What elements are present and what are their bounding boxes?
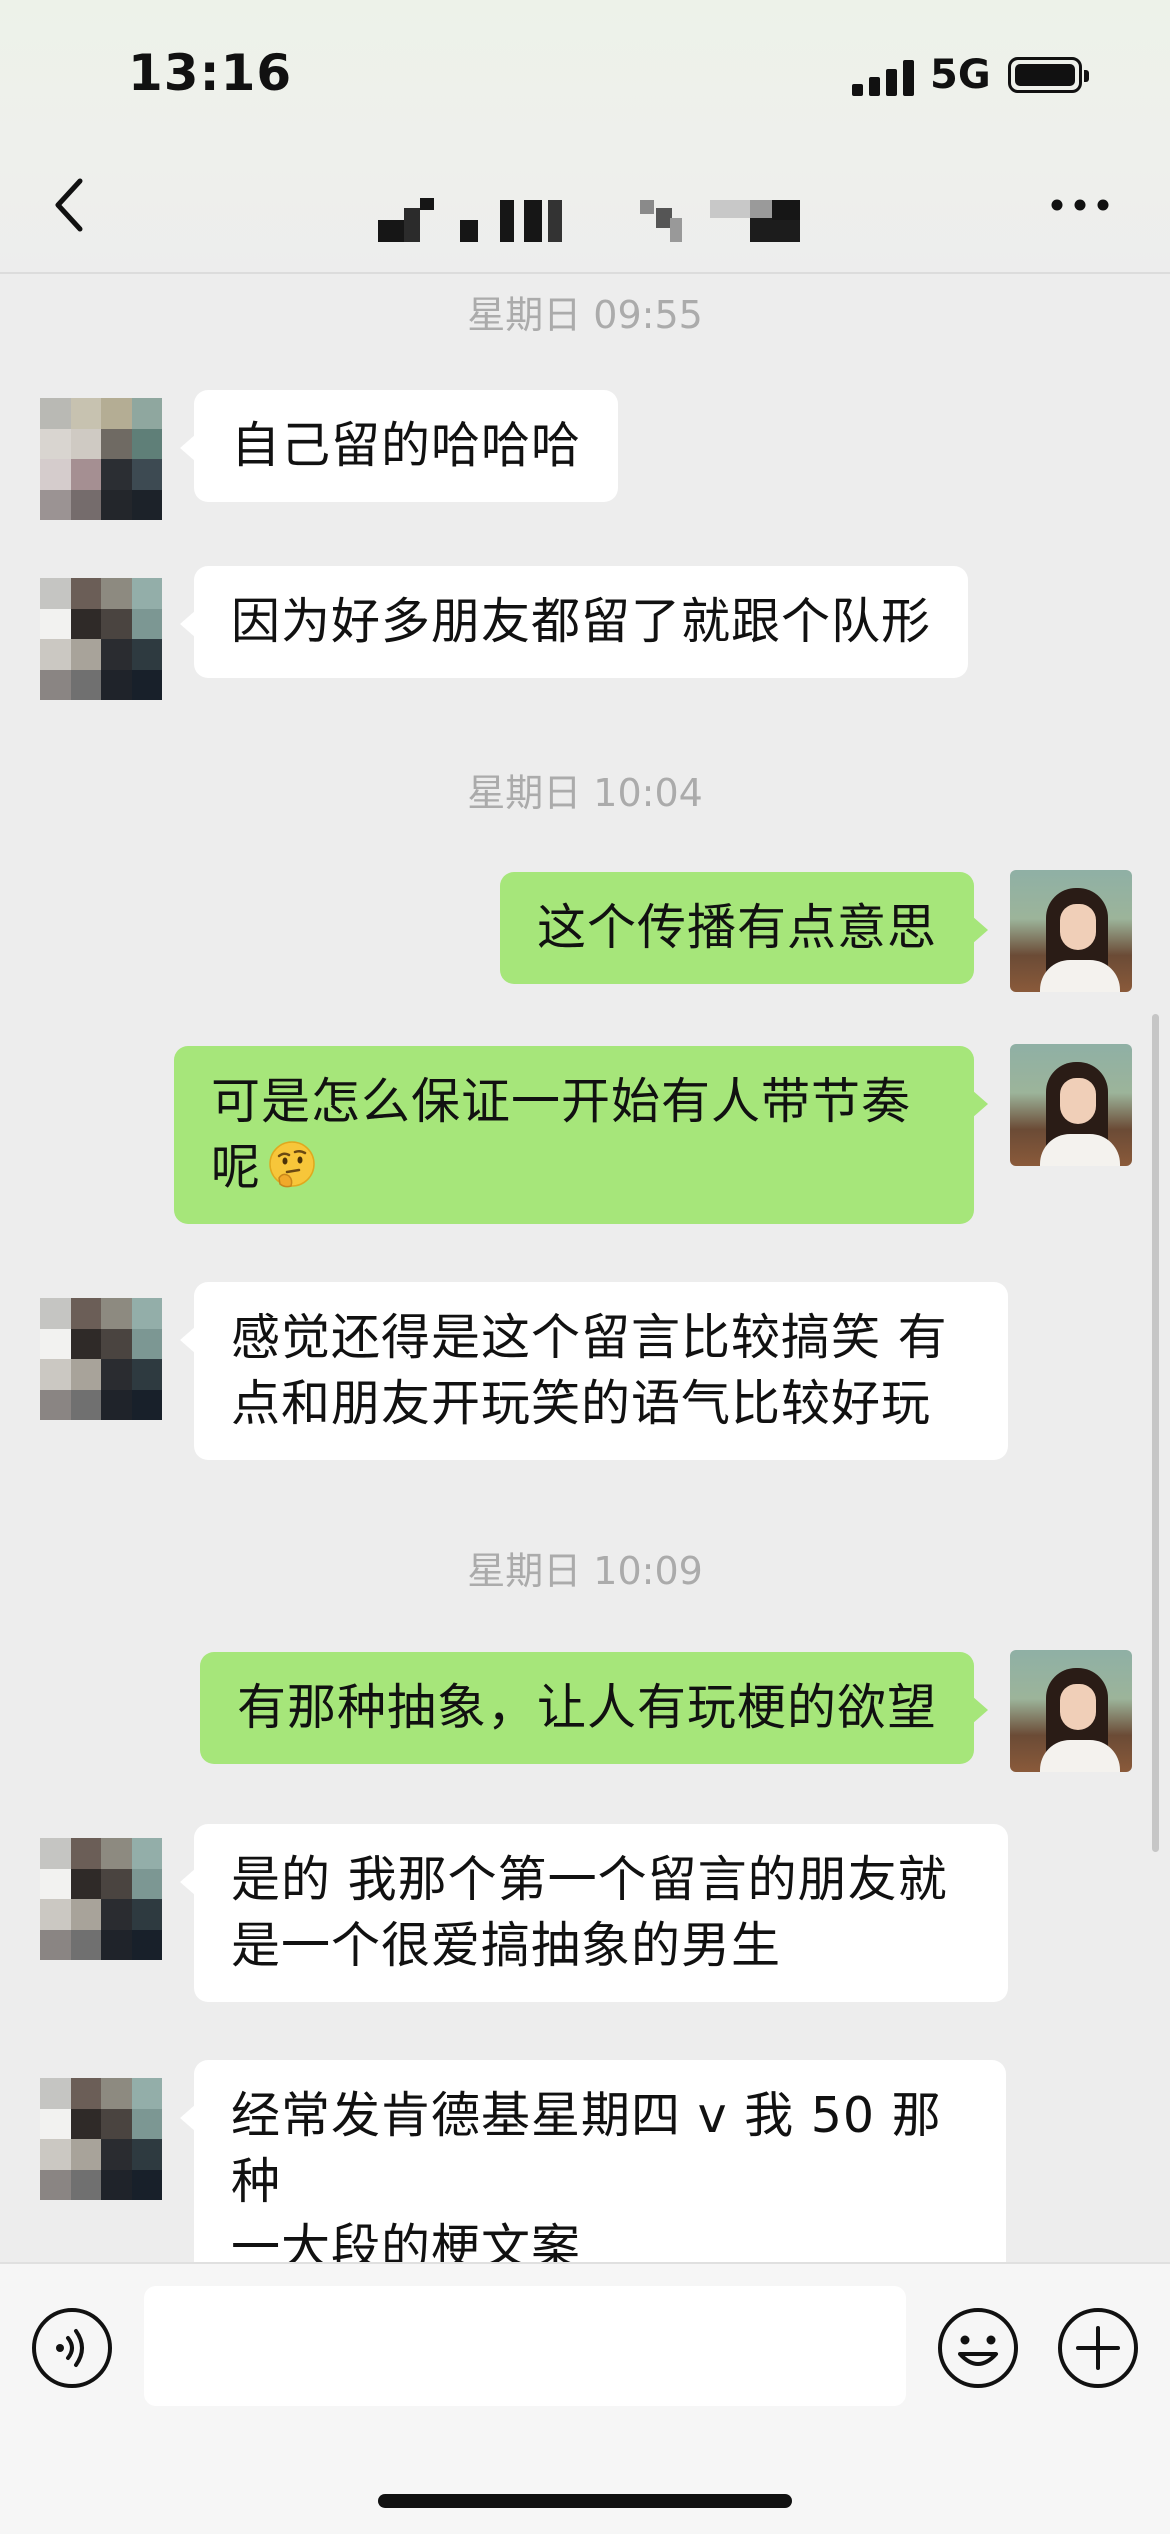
plus-button[interactable] bbox=[1056, 2306, 1140, 2390]
timestamp: 星期日 10:09 bbox=[467, 1549, 703, 1593]
contact-avatar[interactable] bbox=[40, 398, 162, 520]
input-bar bbox=[0, 2262, 1170, 2534]
network-label: 5G bbox=[930, 52, 991, 98]
emoji-button[interactable] bbox=[936, 2306, 1020, 2390]
message-text: 自己留的哈哈哈 bbox=[231, 417, 582, 474]
contact-avatar[interactable] bbox=[40, 1298, 162, 1420]
outgoing-message[interactable]: 可是怎么保证一开始有人带节奏 呢 bbox=[174, 1046, 988, 1224]
incoming-message[interactable]: 自己留的哈哈哈 bbox=[179, 390, 619, 502]
message-list[interactable]: 星期日 09:55 自己留的哈哈哈 因为好多朋友都留了就跟个队形 星期日 10:… bbox=[0, 274, 1170, 2304]
contact-avatar[interactable] bbox=[40, 578, 162, 700]
incoming-message[interactable]: 因为好多朋友都留了就跟个队形 bbox=[179, 566, 969, 678]
my-avatar[interactable] bbox=[1010, 870, 1132, 992]
scrollbar[interactable] bbox=[1152, 1014, 1159, 1852]
signal-icon bbox=[852, 60, 914, 96]
back-button[interactable] bbox=[40, 170, 100, 240]
contact-avatar[interactable] bbox=[40, 1838, 162, 1960]
more-icon bbox=[1051, 199, 1109, 211]
message-text: 这个传播有点意思 bbox=[536, 899, 937, 956]
home-indicator[interactable] bbox=[378, 2494, 792, 2508]
thinking-face-emoji-icon bbox=[269, 1141, 315, 1188]
my-avatar[interactable] bbox=[1010, 1650, 1132, 1772]
status-time: 13:16 bbox=[128, 44, 293, 102]
more-button[interactable] bbox=[1040, 180, 1120, 230]
outgoing-message[interactable]: 这个传播有点意思 bbox=[499, 872, 989, 984]
message-input[interactable] bbox=[144, 2286, 906, 2406]
timestamp: 星期日 09:55 bbox=[467, 293, 703, 337]
message-text-line-1: 经常发肯德基星期四 v 我 50 那种 bbox=[231, 2087, 942, 2210]
voice-button[interactable] bbox=[30, 2306, 114, 2390]
emoji-icon bbox=[938, 2308, 1018, 2388]
message-text-line-1: 可是怎么保证一开始有人带节奏 bbox=[211, 1073, 912, 1130]
message-text-line-2: 点和朋友开玩笑的语气比较好玩 bbox=[231, 1375, 932, 1432]
message-text-line-2: 是一个很爱搞抽象的男生 bbox=[231, 1917, 782, 1974]
message-text-line-2: 呢 bbox=[211, 1139, 262, 1196]
incoming-message[interactable]: 感觉还得是这个留言比较搞笑 有 点和朋友开玩笑的语气比较好玩 bbox=[180, 1282, 1008, 1460]
chat-title-pixelated bbox=[370, 194, 830, 246]
message-text-line-1: 是的 我那个第一个留言的朋友就 bbox=[231, 1851, 948, 1908]
my-avatar[interactable] bbox=[1010, 1044, 1132, 1166]
top-bar: 13:16 5G bbox=[0, 0, 1170, 274]
voice-icon bbox=[32, 2308, 112, 2388]
message-text-line-1: 感觉还得是这个留言比较搞笑 有 bbox=[231, 1309, 948, 1366]
battery-icon bbox=[1008, 57, 1089, 93]
contact-avatar[interactable] bbox=[40, 2078, 162, 2200]
incoming-message[interactable]: 是的 我那个第一个留言的朋友就 是一个很爱搞抽象的男生 bbox=[180, 1824, 1008, 2002]
outgoing-message[interactable]: 有那种抽象，让人有玩梗的欲望 bbox=[199, 1652, 989, 1764]
chevron-left-icon bbox=[55, 178, 83, 232]
timestamp: 星期日 10:04 bbox=[467, 771, 703, 815]
message-text: 因为好多朋友都留了就跟个队形 bbox=[231, 593, 932, 650]
message-text: 有那种抽象，让人有玩梗的欲望 bbox=[236, 1679, 937, 1736]
plus-icon bbox=[1058, 2308, 1138, 2388]
